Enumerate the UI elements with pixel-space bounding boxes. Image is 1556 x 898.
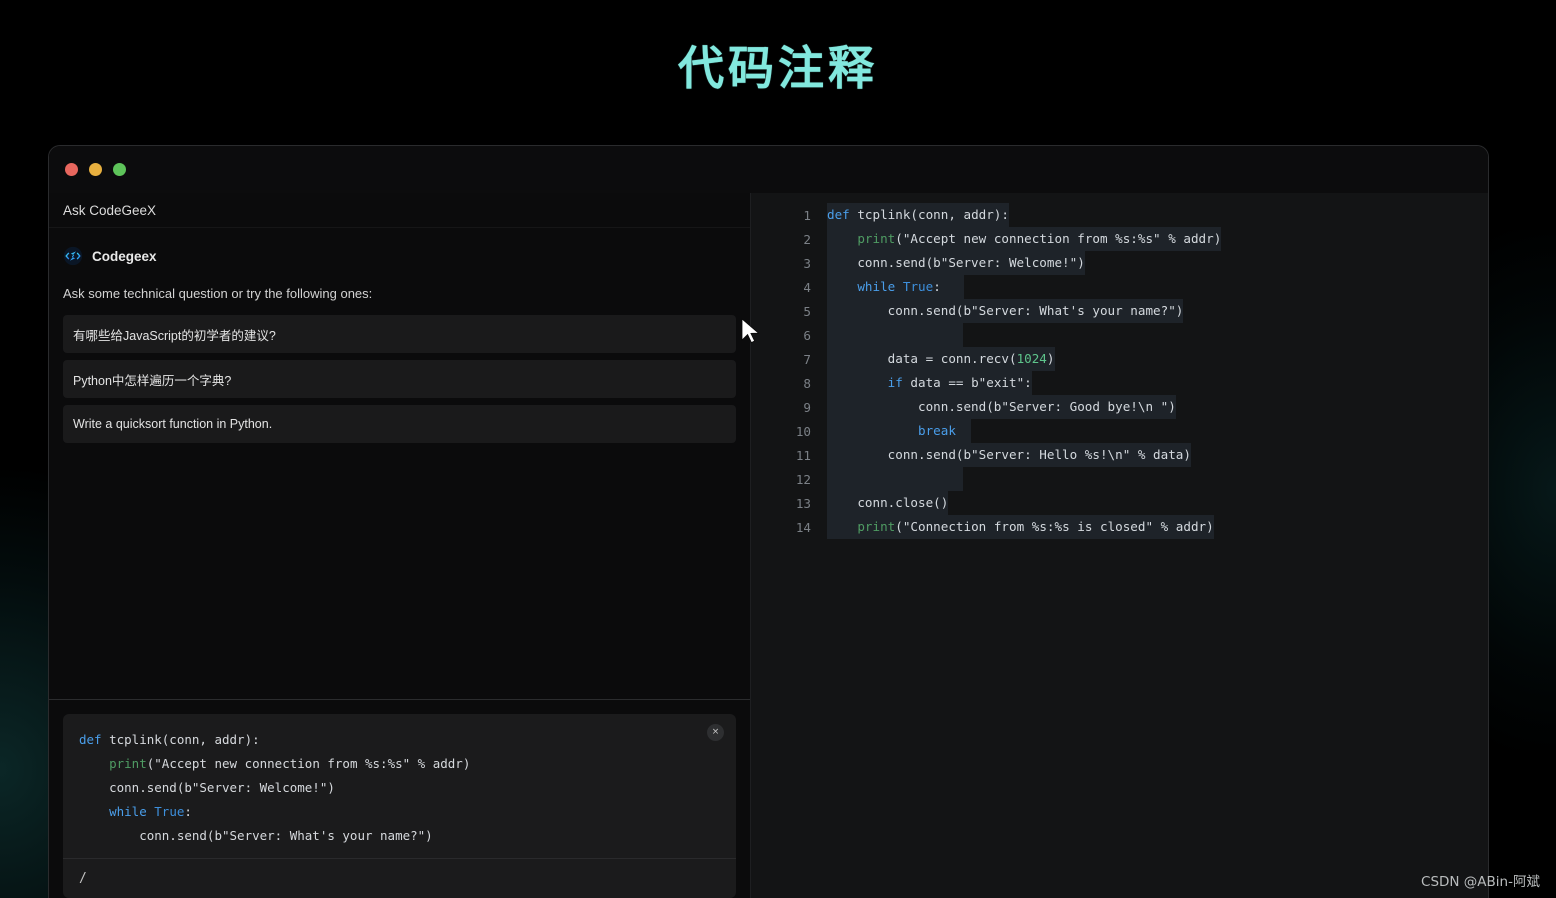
line-number: 13 — [795, 495, 811, 511]
line-number: 4 — [803, 279, 811, 295]
page-title: 代码注释 — [678, 41, 878, 95]
editor-line-content — [827, 467, 1488, 491]
chat-input-value: / — [79, 871, 87, 886]
editor-line: 9 conn.send(b"Server: Good bye!\n ") — [751, 395, 1488, 419]
composer-code-line: conn.send(b"Server: Welcome!") — [79, 780, 335, 795]
line-number: 6 — [803, 327, 811, 343]
editor-line-content: while True: — [827, 275, 1488, 299]
suggestion-label: 有哪些给JavaScript的初学者的建议? — [73, 328, 276, 343]
line-number: 2 — [803, 231, 811, 247]
editor-line: 11 conn.send(b"Server: Hello %s!\n" % da… — [751, 443, 1488, 467]
suggestion-item-3[interactable]: Write a quicksort function in Python. — [63, 405, 736, 443]
composer-code-line: def tcplink(conn, addr): — [79, 732, 260, 747]
minimize-window-button[interactable] — [89, 163, 102, 176]
editor-line: 1 def tcplink(conn, addr): — [751, 203, 1488, 227]
editor-line-content: break — [827, 419, 1488, 443]
editor-line: 2 print("Accept new connection from %s:%… — [751, 227, 1488, 251]
editor-line-content: conn.send(b"Server: Welcome!") — [827, 251, 1488, 275]
composer-code-line: conn.send(b"Server: What's your name?") — [79, 828, 433, 843]
chat-header-title: Ask CodeGeeX — [63, 202, 157, 218]
editor-line-content: print("Connection from %s:%s is closed" … — [827, 515, 1488, 539]
suggestion-label: Python中怎样遍历一个字典? — [73, 373, 232, 388]
editor-line: 7 data = conn.recv(1024) — [751, 347, 1488, 371]
line-number: 14 — [795, 519, 811, 535]
suggestion-label: Write a quicksort function in Python. — [73, 417, 273, 431]
line-number: 11 — [795, 447, 811, 463]
composer-code-line: print("Accept new connection from %s:%s"… — [109, 756, 471, 771]
window-body: Ask CodeGeeX Codegeex Ask some technical… — [49, 193, 1488, 898]
editor-line-content: data = conn.recv(1024) — [827, 347, 1488, 371]
suggestion-item-2[interactable]: Python中怎样遍历一个字典? — [63, 360, 736, 398]
suggestion-item-1[interactable]: 有哪些给JavaScript的初学者的建议? — [63, 315, 736, 353]
bot-identity-row: Codegeex — [63, 246, 736, 266]
editor-line-content: def tcplink(conn, addr): — [827, 203, 1488, 227]
close-window-button[interactable] — [65, 163, 78, 176]
line-number: 8 — [803, 375, 811, 391]
csdn-watermark: CSDN @ABin-阿斌 — [1421, 874, 1540, 890]
editor-line: 8 if data == b"exit": — [751, 371, 1488, 395]
window-titlebar — [49, 146, 1488, 193]
editor-line: 4 while True: — [751, 275, 1488, 299]
composer-code-preview[interactable]: × def tcplink(conn, addr): print("Accept… — [63, 714, 736, 858]
line-number: 12 — [795, 471, 811, 487]
codegeex-logo-icon — [63, 246, 83, 266]
editor-line: 3 conn.send(b"Server: Welcome!") — [751, 251, 1488, 275]
close-icon[interactable]: × — [707, 724, 724, 741]
editor-line: 5 conn.send(b"Server: What's your name?"… — [751, 299, 1488, 323]
line-number: 9 — [803, 399, 811, 415]
app-window: Ask CodeGeeX Codegeex Ask some technical… — [48, 145, 1489, 898]
line-number: 7 — [803, 351, 811, 367]
editor-line: 12 — [751, 467, 1488, 491]
editor-line-content: print("Accept new connection from %s:%s"… — [827, 227, 1488, 251]
line-number: 10 — [795, 423, 811, 439]
chat-panel-header: Ask CodeGeeX — [49, 193, 750, 228]
code-editor-panel[interactable]: 1 def tcplink(conn, addr): 2 print("Acce… — [751, 193, 1488, 898]
chat-composer: × def tcplink(conn, addr): print("Accept… — [49, 699, 750, 898]
line-number: 3 — [803, 255, 811, 271]
editor-line: 6 — [751, 323, 1488, 347]
editor-line-content: conn.send(b"Server: Good bye!\n ") — [827, 395, 1488, 419]
editor-line: 14 print("Connection from %s:%s is close… — [751, 515, 1488, 539]
editor-line-content: if data == b"exit": — [827, 371, 1488, 395]
editor-line: 10 break — [751, 419, 1488, 443]
editor-line-content: conn.close() — [827, 491, 1488, 515]
line-number: 5 — [803, 303, 811, 319]
editor-line: 13 conn.close() — [751, 491, 1488, 515]
chat-message-list[interactable]: Codegeex Ask some technical question or … — [49, 228, 750, 699]
chat-input-field[interactable]: / — [63, 858, 736, 898]
editor-line-content: conn.send(b"Server: What's your name?") — [827, 299, 1488, 323]
editor-line-content — [827, 323, 1488, 347]
line-number: 1 — [803, 207, 811, 223]
chat-panel: Ask CodeGeeX Codegeex Ask some technical… — [49, 193, 751, 898]
maximize-window-button[interactable] — [113, 163, 126, 176]
composer-code-line: while True: — [109, 804, 192, 819]
editor-line-content: conn.send(b"Server: Hello %s!\n" % data) — [827, 443, 1488, 467]
bot-name-label: Codegeex — [92, 248, 157, 264]
chat-intro-text: Ask some technical question or try the f… — [63, 286, 373, 301]
